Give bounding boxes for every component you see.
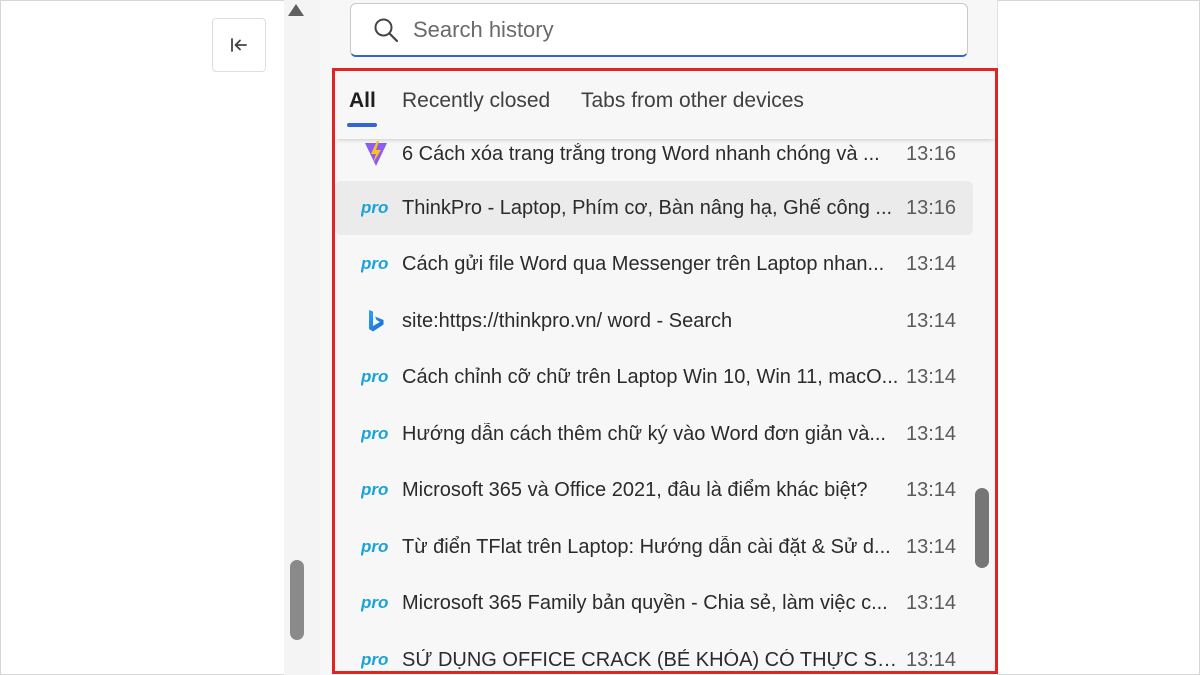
history-tabs: All Recently closed Tabs from other devi… [335, 71, 995, 139]
thinkpro-favicon-icon: pro [361, 197, 391, 219]
collapse-sidebar-button[interactable] [212, 18, 266, 72]
history-scrollbar-thumb[interactable] [975, 488, 989, 568]
thinkpro-favicon-icon: pro [361, 479, 391, 501]
history-item[interactable]: site:https://thinkpro.vn/ word - Search … [335, 294, 973, 348]
history-item[interactable]: pro Cách gửi file Word qua Messenger trê… [335, 237, 973, 291]
thinkpro-favicon-icon: pro [361, 649, 391, 671]
svg-text:pro: pro [361, 255, 388, 273]
history-item-title: Cách chỉnh cỡ chữ trên Laptop Win 10, Wi… [402, 365, 899, 388]
history-item-title: SỬ DỤNG OFFICE CRACK (BẺ KHÓA) CÓ THỰC S… [402, 648, 902, 671]
history-item[interactable]: pro Microsoft 365 Family bản quyền - Chi… [335, 576, 973, 630]
history-item-time: 13:14 [906, 252, 957, 275]
history-item[interactable]: pro SỬ DỤNG OFFICE CRACK (BẺ KHÓA) CÓ TH… [335, 633, 973, 672]
svg-text:pro: pro [361, 368, 388, 386]
history-item-title: Microsoft 365 và Office 2021, đâu là điể… [402, 478, 868, 501]
history-item-title: site:https://thinkpro.vn/ word - Search [402, 309, 733, 332]
svg-text:pro: pro [361, 594, 388, 612]
search-input[interactable] [413, 16, 933, 43]
history-item-title: 6 Cách xóa trang trắng trong Word nhanh … [402, 142, 880, 165]
tab-all[interactable]: All [349, 89, 376, 113]
history-item-title: Cách gửi file Word qua Messenger trên La… [402, 252, 885, 275]
history-item-time: 13:14 [906, 591, 957, 614]
history-item-time: 13:14 [906, 422, 957, 445]
tab-recently-closed[interactable]: Recently closed [402, 89, 550, 113]
history-item-title: ThinkPro - Laptop, Phím cơ, Bàn nâng hạ,… [402, 196, 893, 219]
search-box[interactable] [350, 3, 968, 57]
history-item[interactable]: pro ThinkPro - Laptop, Phím cơ, Bàn nâng… [335, 181, 973, 235]
svg-text:pro: pro [361, 651, 388, 669]
thinkpro-favicon-icon: pro [361, 536, 391, 558]
search-icon [371, 15, 401, 45]
scroll-up-arrow-icon[interactable] [288, 4, 304, 16]
history-item-time: 13:16 [906, 196, 957, 219]
thinkpro-favicon-icon: pro [361, 423, 391, 445]
history-item-time: 13:14 [906, 309, 957, 332]
sidebar-scrollbar-thumb[interactable] [290, 560, 304, 640]
svg-text:pro: pro [361, 481, 388, 499]
svg-text:pro: pro [361, 199, 388, 217]
thinkpro-favicon-icon: pro [361, 592, 391, 614]
history-item-time: 13:14 [906, 535, 957, 558]
history-item[interactable]: pro Hướng dẫn cách thêm chữ ký vào Word … [335, 407, 973, 461]
svg-text:pro: pro [361, 425, 388, 443]
history-item-time: 13:16 [906, 142, 957, 165]
history-item[interactable]: 6 Cách xóa trang trắng trong Word nhanh … [335, 139, 973, 181]
bing-favicon-icon [361, 310, 391, 332]
history-item-title: Từ điển TFlat trên Laptop: Hướng dẫn cài… [402, 535, 891, 558]
history-item[interactable]: pro Microsoft 365 và Office 2021, đâu là… [335, 463, 973, 517]
svg-text:pro: pro [361, 538, 388, 556]
tab-other-devices[interactable]: Tabs from other devices [581, 89, 804, 113]
history-item[interactable]: pro Từ điển TFlat trên Laptop: Hướng dẫn… [335, 520, 973, 574]
active-tab-indicator [347, 123, 377, 127]
thinkpro-favicon-icon: pro [361, 366, 391, 388]
collapse-left-icon [231, 38, 247, 52]
history-item-time: 13:14 [906, 478, 957, 501]
history-list: 6 Cách xóa trang trắng trong Word nhanh … [335, 139, 995, 672]
thinkpro-favicon-icon: pro [361, 253, 391, 275]
history-item[interactable]: pro Cách chỉnh cỡ chữ trên Laptop Win 10… [335, 350, 973, 404]
history-item-title: Microsoft 365 Family bản quyền - Chia sẻ… [402, 591, 888, 614]
history-item-time: 13:14 [906, 365, 957, 388]
bolt-favicon-icon [361, 141, 391, 166]
history-item-time: 13:14 [906, 648, 957, 671]
history-item-title: Hướng dẫn cách thêm chữ ký vào Word đơn … [402, 422, 886, 445]
